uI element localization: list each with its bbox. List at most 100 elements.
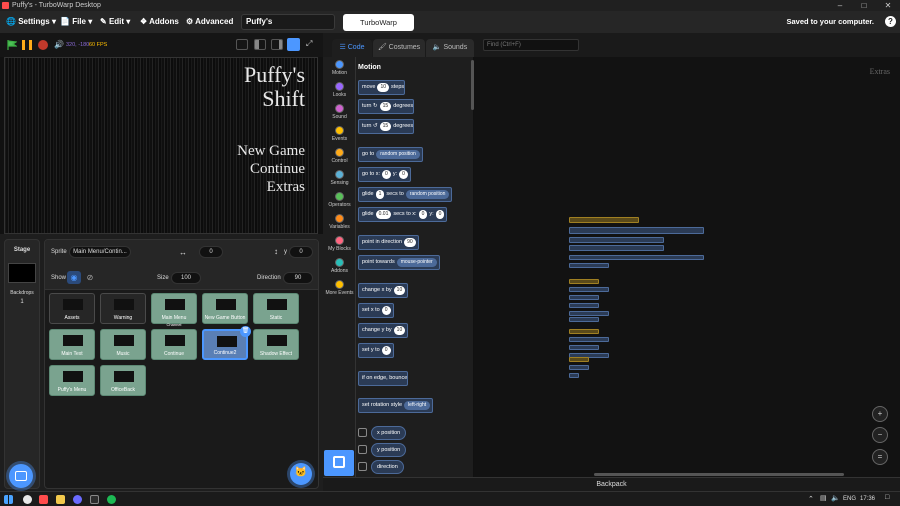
block-dropdown[interactable]: random position	[376, 150, 420, 159]
sprite-tile[interactable]: Main Text	[49, 329, 95, 360]
stop-icon[interactable]	[38, 40, 48, 50]
turn-left-block[interactable]: turn ↺ 15 degrees	[358, 119, 415, 134]
script-block[interactable]	[569, 303, 599, 308]
x-input[interactable]: 0	[199, 246, 223, 258]
sprite-name-input[interactable]: Main Menu/Contin...	[69, 246, 131, 258]
large-stage-icon[interactable]	[287, 38, 300, 51]
script-block[interactable]	[569, 345, 599, 350]
script-block[interactable]	[569, 365, 589, 370]
zoom-out-icon[interactable]: −	[872, 427, 888, 443]
stage-menu-continue[interactable]: Continue	[250, 160, 305, 178]
block-input[interactable]: 0	[435, 210, 445, 219]
block-input[interactable]: 0	[418, 210, 428, 219]
sprite-tile[interactable]: Warning	[100, 293, 146, 324]
bounce-block[interactable]: if on edge, bounce	[358, 371, 409, 386]
feedback-button[interactable]: TurboWarp Feedback	[343, 14, 414, 44]
block-input[interactable]: 0	[381, 306, 391, 315]
script-block[interactable]	[569, 317, 599, 322]
stage-menu-new-game[interactable]: New Game	[237, 142, 305, 160]
delete-sprite-icon[interactable]: 🗑	[240, 326, 251, 337]
size-input[interactable]: 100	[171, 272, 201, 284]
show-visible-icon[interactable]: ◉	[67, 271, 81, 284]
go-to-xy-block[interactable]: go to x: 0 y: 0	[358, 167, 411, 182]
small-stage-icon[interactable]	[236, 39, 248, 50]
pause-icon[interactable]	[22, 40, 32, 50]
show-hidden-icon[interactable]: ⊘	[83, 271, 97, 284]
volume-icon[interactable]: 🔈	[831, 494, 840, 502]
category-looks[interactable]: Looks	[323, 82, 356, 98]
block-input[interactable]: 0	[382, 170, 391, 179]
language-indicator[interactable]: ENG	[843, 496, 856, 502]
block-input[interactable]: 0.01	[375, 210, 392, 219]
stage-layout-left-icon[interactable]	[254, 39, 266, 50]
clock[interactable]: 17:36	[860, 496, 875, 502]
sprite-tile[interactable]: Continue2 🗑	[202, 326, 251, 360]
find-input[interactable]: Find (Ctrl+F)	[483, 39, 579, 51]
tab-sounds[interactable]: 🔈 Sounds	[426, 39, 474, 57]
store-icon[interactable]	[90, 495, 99, 504]
block-dropdown[interactable]: random position	[405, 190, 450, 199]
sprite-tile[interactable]: Shadow Effect	[253, 329, 299, 360]
script-block[interactable]	[569, 287, 609, 292]
green-flag-icon[interactable]	[7, 40, 18, 50]
go-to-block[interactable]: go to random position	[358, 147, 423, 162]
settings-menu[interactable]: 🌐 Settings ▾	[6, 11, 56, 33]
fullscreen-icon[interactable]: ⤢	[306, 39, 312, 49]
choose-backdrop-button[interactable]	[9, 464, 33, 488]
block-input[interactable]: 15	[379, 122, 392, 131]
y-position-reporter[interactable]: y position	[371, 443, 407, 457]
sprite-tile[interactable]: Music	[100, 329, 146, 360]
script-block[interactable]	[569, 279, 599, 284]
category-variables[interactable]: Variables	[323, 214, 356, 230]
x-position-checkbox[interactable]	[358, 428, 367, 437]
explorer-icon[interactable]	[56, 495, 65, 504]
script-block[interactable]	[569, 263, 609, 268]
set-y-block[interactable]: set y to 0	[358, 343, 394, 358]
stage-menu-extras[interactable]: Extras	[267, 178, 305, 196]
change-y-block[interactable]: change y by 10	[358, 323, 409, 338]
zoom-in-icon[interactable]: +	[872, 406, 888, 422]
sprite-tile[interactable]: Main Menu Channel	[151, 293, 197, 327]
category-sensing[interactable]: Sensing	[323, 170, 356, 186]
stage-layout-right-icon[interactable]	[271, 39, 283, 50]
point-direction-block[interactable]: point in direction 90	[358, 235, 419, 250]
close-button[interactable]: ✕	[876, 0, 900, 11]
project-title-input[interactable]: Puffy's	[241, 14, 335, 30]
block-input[interactable]: 90	[404, 238, 416, 247]
file-menu[interactable]: 📄 File ▾	[60, 11, 92, 33]
script-block[interactable]	[569, 329, 599, 334]
turn-right-block[interactable]: turn ↻ 15 degrees	[358, 99, 415, 114]
tab-code[interactable]: ☰ Code	[332, 39, 372, 57]
change-x-block[interactable]: change x by 10	[358, 283, 409, 298]
block-input[interactable]: 10	[393, 326, 406, 335]
block-input[interactable]: 0	[399, 170, 408, 179]
x-position-reporter[interactable]: x position	[371, 426, 407, 440]
script-block[interactable]	[569, 255, 704, 260]
block-dropdown[interactable]: mouse-pointer	[396, 258, 437, 267]
direction-reporter[interactable]: direction	[371, 460, 404, 474]
block-dropdown[interactable]: left-right	[404, 401, 431, 410]
sprite-tile[interactable]: OfficeBack	[100, 365, 146, 396]
category-more-events[interactable]: More Events	[323, 280, 356, 296]
category-my-blocks[interactable]: My Blocks	[323, 236, 356, 252]
turbowarp-icon[interactable]	[39, 495, 48, 504]
discord-icon[interactable]	[73, 495, 82, 504]
block-input[interactable]: 10	[377, 83, 390, 92]
backpack-bar[interactable]: Backpack	[323, 477, 900, 491]
advanced-menu[interactable]: ⚙ Advanced	[186, 11, 233, 33]
sprite-tile[interactable]: New Game Button	[202, 293, 248, 324]
glide-xy-block[interactable]: glide 0.01 secs to x: 0 y: 0	[358, 207, 448, 222]
sprite-tile[interactable]: Continue	[151, 329, 197, 360]
tab-costumes[interactable]: 🖌 Costumes	[373, 39, 425, 57]
addons-menu[interactable]: ❖ Addons	[140, 11, 179, 33]
set-x-block[interactable]: set x to 0	[358, 303, 394, 318]
script-block[interactable]	[569, 337, 609, 342]
code-workspace[interactable]: Extras + − =	[474, 57, 900, 477]
category-motion[interactable]: Motion	[323, 60, 356, 76]
y-input[interactable]: 0	[289, 246, 313, 258]
network-icon[interactable]: ▤	[820, 494, 827, 502]
point-towards-block[interactable]: point towards mouse-pointer	[358, 255, 440, 270]
category-sound[interactable]: Sound	[323, 104, 356, 120]
start-icon[interactable]	[4, 495, 13, 504]
script-block[interactable]	[569, 237, 664, 243]
